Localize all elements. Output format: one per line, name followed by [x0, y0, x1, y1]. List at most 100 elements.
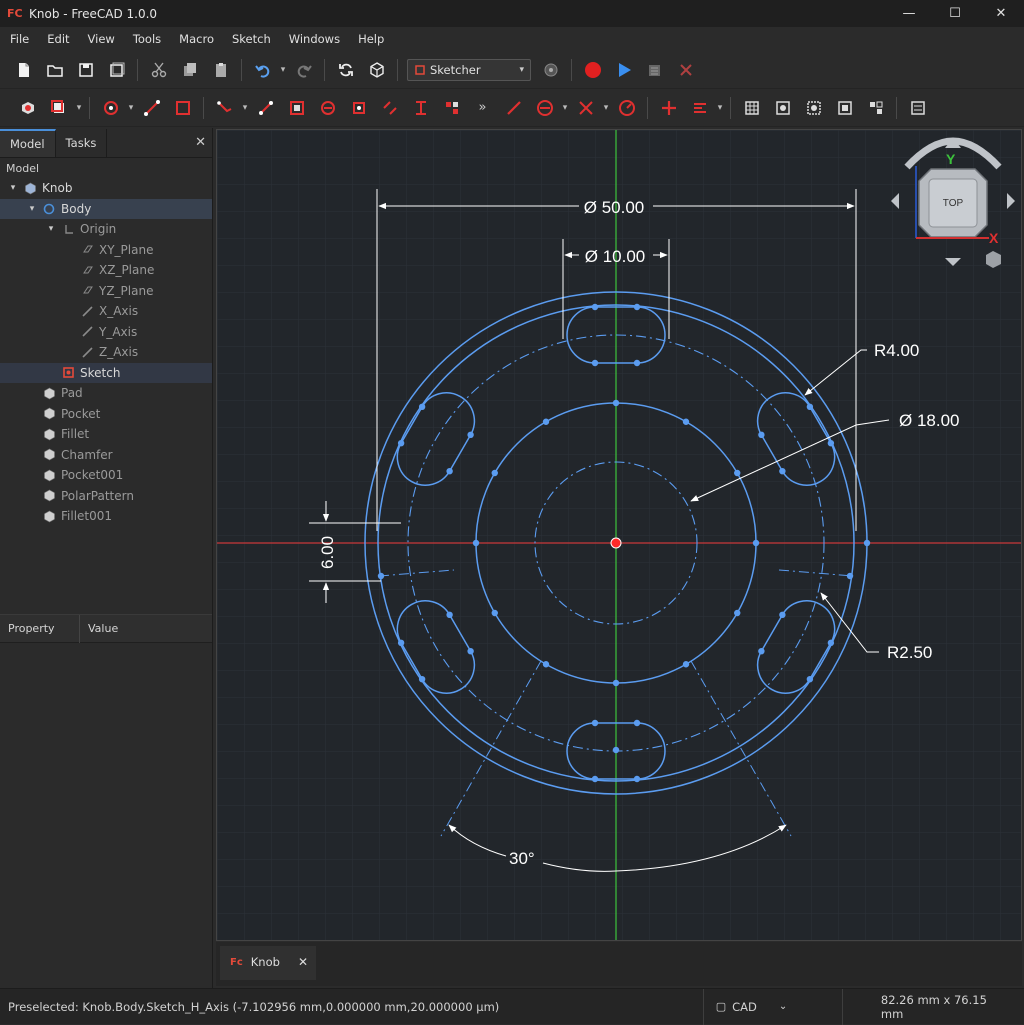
create-line-button[interactable] — [138, 94, 166, 122]
hub-vertex-point[interactable] — [612, 679, 620, 687]
redo-button[interactable] — [290, 56, 318, 84]
dim-r4-label[interactable]: R4.00 — [874, 341, 919, 360]
polyline-button[interactable] — [211, 94, 239, 122]
coincident-constraint-button[interactable] — [655, 94, 683, 122]
hub-vertex-point[interactable] — [491, 469, 498, 477]
slot-vertex-point[interactable] — [758, 431, 765, 439]
tree-item-y_axis[interactable]: Y_Axis — [0, 322, 212, 343]
sketch-canvas[interactable]: Ø 50.00 Ø 10.00 R4.00 Ø 18.00 R2.50 30° … — [217, 130, 1022, 941]
external-geometry-button[interactable] — [438, 94, 466, 122]
slot-vertex-point[interactable] — [591, 719, 599, 727]
property-column-header[interactable]: Property — [0, 614, 80, 643]
tree-item-z_axis[interactable]: Z_Axis — [0, 342, 212, 363]
workbench-selector[interactable]: Sketcher ▾ — [407, 59, 531, 81]
slot-vertex-point[interactable] — [418, 675, 426, 683]
validate-sketch-button[interactable] — [862, 94, 890, 122]
distance-constraint-button[interactable] — [686, 94, 714, 122]
slot-vertex-point[interactable] — [418, 403, 426, 411]
perpendicular-constraint-button[interactable] — [572, 94, 600, 122]
sketch-point[interactable] — [377, 572, 385, 580]
slot-vertex-point[interactable] — [467, 431, 474, 439]
slot-vertex-point[interactable] — [633, 303, 641, 311]
slot-vertex-point[interactable] — [591, 303, 599, 311]
slot-vertex-point[interactable] — [633, 775, 641, 783]
more-tools-button[interactable]: » — [469, 94, 497, 122]
tab-tasks[interactable]: Tasks — [56, 129, 108, 157]
menu-sketch[interactable]: Sketch — [222, 32, 279, 46]
tree-item-yz_plane[interactable]: YZ_Plane — [0, 281, 212, 302]
section-dropdown[interactable]: ▾ — [74, 103, 84, 113]
document-tab-knob[interactable]: Fc Knob ✕ — [220, 946, 316, 980]
construction-line-button[interactable] — [500, 94, 528, 122]
close-tab-icon[interactable]: ✕ — [298, 955, 308, 969]
sketch-viewport[interactable]: Ø 50.00 Ø 10.00 R4.00 Ø 18.00 R2.50 30° … — [216, 129, 1022, 941]
tree-item-pocket001[interactable]: Pocket001 — [0, 465, 212, 486]
tree-item-chamfer[interactable]: Chamfer — [0, 445, 212, 466]
cut-button[interactable] — [145, 56, 173, 84]
dim-r25-label[interactable]: R2.50 — [887, 643, 932, 662]
tree-item-origin[interactable]: ▾ Origin — [0, 219, 212, 240]
tree-item-xz_plane[interactable]: XZ_Plane — [0, 260, 212, 281]
hub-vertex-point[interactable] — [491, 609, 498, 617]
tree-item-fillet[interactable]: Fillet — [0, 424, 212, 445]
hub-vertex-point[interactable] — [612, 399, 620, 407]
slot-vertex-point[interactable] — [806, 675, 814, 683]
minimize-button[interactable]: — — [886, 0, 932, 27]
tree-item-sketch[interactable]: Sketch — [0, 362, 212, 383]
sketch-point[interactable] — [863, 539, 871, 547]
sketch-map-button[interactable] — [904, 94, 932, 122]
tree-item-xy_plane[interactable]: XY_Plane — [0, 240, 212, 261]
navigation-style-selector[interactable]: ▢ CAD ⌄ — [702, 988, 842, 1025]
copy-button[interactable] — [176, 56, 204, 84]
maximize-button[interactable]: ☐ — [932, 0, 978, 27]
record-macro-button[interactable] — [579, 56, 607, 84]
dim-6-label[interactable]: 6.00 — [318, 536, 337, 569]
hub-vertex-point[interactable] — [542, 661, 550, 668]
dim-slot-width-label[interactable]: Ø 10.00 — [585, 247, 646, 266]
refresh-button[interactable] — [332, 56, 360, 84]
hub-vertex-point[interactable] — [734, 609, 741, 617]
point-dropdown[interactable]: ▾ — [126, 103, 136, 113]
create-point-button[interactable] — [97, 94, 125, 122]
slot-vertex-point[interactable] — [827, 639, 835, 647]
hub-vertex-point[interactable] — [472, 539, 480, 547]
undo-dropdown[interactable]: ▾ — [278, 65, 288, 75]
expand-arrow-icon[interactable]: ▾ — [25, 204, 39, 214]
menu-tools[interactable]: Tools — [123, 32, 169, 46]
menu-windows[interactable]: Windows — [279, 32, 348, 46]
run-macro-button[interactable] — [610, 56, 638, 84]
new-file-button[interactable] — [10, 56, 38, 84]
slot-vertex-point[interactable] — [446, 611, 453, 619]
debug-macro-button[interactable] — [641, 56, 669, 84]
view-sketch-button[interactable] — [14, 94, 42, 122]
trim-button[interactable] — [345, 94, 373, 122]
slot-vertex-point[interactable] — [758, 647, 765, 655]
slot-vertex-point[interactable] — [446, 467, 453, 475]
slot-vertex-point[interactable] — [779, 467, 786, 475]
menu-view[interactable]: View — [78, 32, 123, 46]
select-constraints-button[interactable] — [769, 94, 797, 122]
menu-help[interactable]: Help — [348, 32, 392, 46]
menu-edit[interactable]: Edit — [37, 32, 77, 46]
tree-item-knob[interactable]: ▾ Knob — [0, 178, 212, 199]
save-button[interactable] — [72, 56, 100, 84]
slot-vertex-point[interactable] — [591, 359, 599, 367]
extend-button[interactable] — [376, 94, 404, 122]
tab-model[interactable]: Model — [0, 129, 56, 157]
slot-vertex-point[interactable] — [827, 439, 835, 447]
polygon-button[interactable] — [314, 94, 342, 122]
close-icon[interactable]: ✕ — [195, 135, 206, 150]
dim-outer-diameter-label[interactable]: Ø 50.00 — [584, 198, 645, 217]
slot-vertex-point[interactable] — [806, 403, 814, 411]
tree-item-pad[interactable]: Pad — [0, 383, 212, 404]
value-column-header[interactable]: Value — [80, 622, 118, 635]
hub-vertex-point[interactable] — [682, 661, 690, 668]
dim-angle-label[interactable]: 30° — [509, 849, 535, 868]
slot-vertex-point[interactable] — [779, 611, 786, 619]
slot-vertex-point[interactable] — [397, 439, 405, 447]
slot-vertex-point[interactable] — [633, 719, 641, 727]
sketch-point[interactable] — [612, 746, 620, 754]
hub-vertex-point[interactable] — [734, 469, 741, 477]
arc-button[interactable] — [252, 94, 280, 122]
select-conflicting-button[interactable] — [800, 94, 828, 122]
